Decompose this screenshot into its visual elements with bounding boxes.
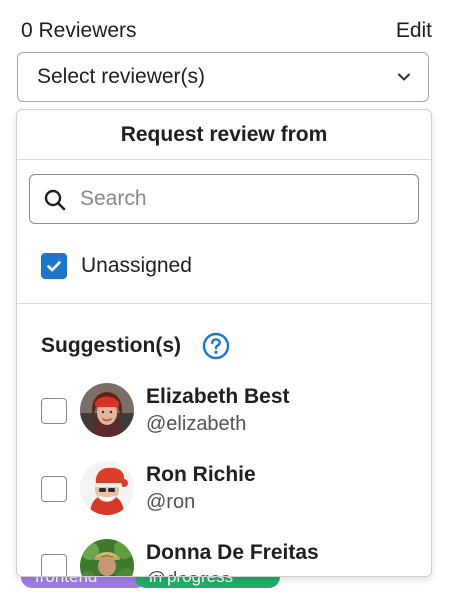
reviewers-count-title: 0 Reviewers xyxy=(21,19,137,42)
divider xyxy=(17,303,431,304)
avatar xyxy=(80,383,134,437)
user-handle: @ron xyxy=(146,491,196,513)
search-input[interactable] xyxy=(80,175,400,223)
dropdown-title: Request review from xyxy=(120,123,328,146)
user-checkbox[interactable] xyxy=(41,554,67,576)
reviewer-dropdown-menu: Request review from Unassigned Suggestio… xyxy=(16,109,432,577)
suggestions-heading: Suggestion(s) xyxy=(41,334,181,357)
user-name: Elizabeth Best xyxy=(146,385,290,408)
user-handle: @dosgos xyxy=(146,566,231,576)
reviewers-header: 0 Reviewers Edit xyxy=(21,16,432,46)
user-handle: @elizabeth xyxy=(146,413,247,435)
avatar xyxy=(80,461,134,515)
select-reviewers-placeholder: Select reviewer(s) xyxy=(37,65,206,88)
divider xyxy=(17,159,431,160)
user-checkbox[interactable] xyxy=(41,476,67,502)
select-reviewers-dropdown[interactable]: Select reviewer(s) xyxy=(17,52,429,102)
search-box[interactable] xyxy=(29,174,419,224)
list-item[interactable]: Elizabeth Best @elizabeth xyxy=(17,383,431,439)
user-name: Donna De Freitas xyxy=(146,541,319,564)
question-circle-icon[interactable] xyxy=(202,332,230,360)
avatar xyxy=(80,539,134,576)
edit-link[interactable]: Edit xyxy=(396,16,432,46)
search-icon xyxy=(44,189,66,211)
unassigned-checkbox[interactable] xyxy=(41,253,67,279)
chevron-down-icon xyxy=(398,73,410,81)
check-icon xyxy=(47,261,61,272)
list-item[interactable]: Ron Richie @ron xyxy=(17,461,431,517)
user-name: Ron Richie xyxy=(146,463,256,486)
user-checkbox[interactable] xyxy=(41,398,67,424)
unassigned-option[interactable]: Unassigned xyxy=(41,251,401,279)
list-item[interactable]: Donna De Freitas @dosgos xyxy=(17,539,431,576)
unassigned-label: Unassigned xyxy=(81,254,192,277)
